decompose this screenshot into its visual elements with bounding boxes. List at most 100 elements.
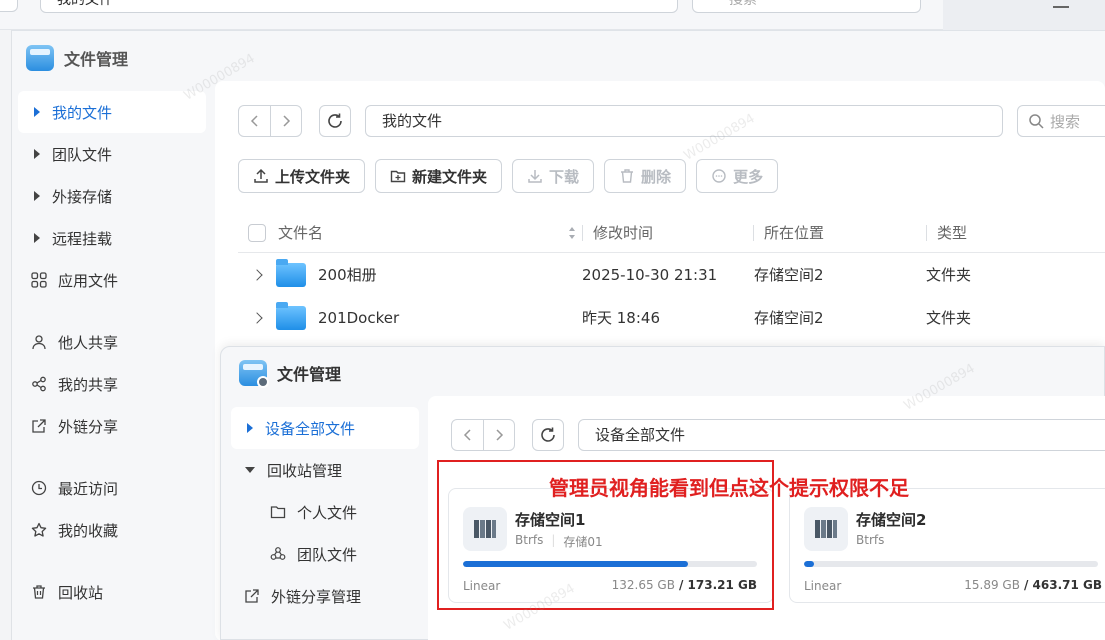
annotation-text: 管理员视角能看到但点这个提示权限不足 xyxy=(549,476,909,500)
back-button[interactable] xyxy=(452,420,483,450)
upload-icon xyxy=(254,168,268,183)
storage-mode: Linear xyxy=(804,579,842,593)
upload-folder-button[interactable]: 上传文件夹 xyxy=(238,159,366,193)
storage-card[interactable]: 存储空间2 Btrfs Linear 15.89 GB / 463.71 GB xyxy=(789,488,1105,603)
window-title: 文件管理 xyxy=(64,50,129,69)
column-type[interactable]: 类型 xyxy=(927,222,1097,243)
refresh-icon xyxy=(328,113,342,128)
storage-usage-bar xyxy=(804,561,1098,567)
more-icon xyxy=(712,169,726,183)
file-manager-app-icon xyxy=(26,45,54,71)
sidebar-item-favorites[interactable]: 我的收藏 xyxy=(18,509,206,551)
sidebar-item-link-share-management[interactable]: 外链分享管理 xyxy=(231,575,419,617)
column-modified[interactable]: 修改时间 xyxy=(583,222,753,243)
sidebar-item-shared-with-me[interactable]: 他人共享 xyxy=(18,321,206,363)
upload-folder-label: 上传文件夹 xyxy=(275,167,351,186)
sidebar-item-external-storage[interactable]: 外接存储 xyxy=(18,175,206,217)
file-table: 文件名 修改时间 所在位置 类型 200相册 2025-10-30 21:31 … xyxy=(238,213,1105,339)
sidebar-item-label: 我的文件 xyxy=(52,103,113,122)
minimize-icon[interactable] xyxy=(1053,6,1069,8)
refresh-button[interactable] xyxy=(319,105,351,137)
path-field[interactable]: 我的文件 xyxy=(365,105,1003,137)
file-type: 文件夹 xyxy=(926,309,972,327)
background-search-input[interactable]: 搜索 xyxy=(692,0,921,13)
window-title-bar: 文件管理 xyxy=(26,43,128,73)
sidebar-item-my-shares[interactable]: 我的共享 xyxy=(18,363,206,405)
sidebar-item-app-files[interactable]: 应用文件 xyxy=(18,259,206,301)
sidebar-item-label: 我的共享 xyxy=(58,375,119,394)
sidebar-item-all-device-files[interactable]: 设备全部文件 xyxy=(231,407,419,449)
triangle-down-icon xyxy=(245,467,255,473)
path-field[interactable]: 设备全部文件 xyxy=(578,419,1105,451)
admin-sidebar: 设备全部文件 回收站管理 个人文件 团队文件 外链分享管理 xyxy=(231,407,419,617)
sidebar: 我的文件 团队文件 外接存储 远程挂载 应用文件 他人共享 我的共享 外链分享 … xyxy=(18,91,206,613)
toolbar: 上传文件夹 新建文件夹 下载 删除 更多 xyxy=(238,159,779,193)
background-window-edge xyxy=(0,0,12,640)
select-all-checkbox[interactable] xyxy=(248,223,266,242)
trash-icon xyxy=(30,584,48,600)
sidebar-item-recycle-bin[interactable]: 回收站 xyxy=(18,571,206,613)
forward-button[interactable] xyxy=(483,420,514,450)
refresh-button[interactable] xyxy=(532,419,564,451)
triangle-right-icon xyxy=(34,191,40,201)
storage-usage-fill xyxy=(804,561,814,567)
storage-used: 15.89 GB xyxy=(964,578,1020,592)
sidebar-item-recycle-management[interactable]: 回收站管理 xyxy=(231,449,419,491)
background-path-field[interactable]: 我的文件 xyxy=(40,0,678,13)
sidebar-item-label: 我的收藏 xyxy=(58,521,119,540)
refresh-button[interactable] xyxy=(0,0,18,12)
sidebar-item-label: 外链分享管理 xyxy=(271,587,362,606)
triangle-right-icon xyxy=(34,107,40,117)
sidebar-item-team-files[interactable]: 团队文件 xyxy=(231,533,419,575)
triangle-right-icon xyxy=(34,233,40,243)
storage-fs: Btrfs xyxy=(856,533,885,547)
file-modified: 2025-10-30 21:31 xyxy=(582,265,718,284)
download-label: 下载 xyxy=(549,167,580,186)
sidebar-item-label: 回收站 xyxy=(58,583,104,602)
sidebar-item-label: 团队文件 xyxy=(52,145,113,164)
expand-chevron-icon[interactable] xyxy=(238,311,276,324)
search-placeholder: 搜索 xyxy=(729,0,757,8)
sidebar-item-team-files[interactable]: 团队文件 xyxy=(18,133,206,175)
team-icon xyxy=(269,546,287,562)
window-title: 文件管理 xyxy=(277,365,342,384)
sidebar-item-external-links[interactable]: 外链分享 xyxy=(18,405,206,447)
more-button[interactable]: 更多 xyxy=(696,159,779,193)
external-link-icon xyxy=(243,588,261,604)
search-input[interactable]: 搜索 xyxy=(1017,105,1105,137)
new-folder-label: 新建文件夹 xyxy=(412,167,488,186)
new-folder-icon xyxy=(390,170,406,183)
trash-icon xyxy=(621,169,634,183)
sidebar-item-label: 团队文件 xyxy=(297,545,358,564)
back-button[interactable] xyxy=(239,106,270,136)
file-location: 存储空间2 xyxy=(754,266,824,284)
sidebar-item-my-files[interactable]: 我的文件 xyxy=(18,91,206,133)
expand-chevron-icon[interactable] xyxy=(238,268,276,281)
download-button[interactable]: 下载 xyxy=(512,159,595,193)
file-location: 存储空间2 xyxy=(754,309,824,327)
delete-button[interactable]: 删除 xyxy=(604,159,687,193)
column-location[interactable]: 所在位置 xyxy=(754,222,926,243)
storage-capacity: 15.89 GB / 463.71 GB xyxy=(964,578,1102,592)
column-label: 文件名 xyxy=(278,224,324,242)
folder-icon xyxy=(276,258,306,287)
sidebar-item-label: 外链分享 xyxy=(58,417,119,436)
sidebar-item-recent[interactable]: 最近访问 xyxy=(18,467,206,509)
sidebar-item-personal-files[interactable]: 个人文件 xyxy=(231,491,419,533)
window-title-bar: 文件管理 xyxy=(239,359,342,388)
search-placeholder: 搜索 xyxy=(1050,112,1081,131)
column-name[interactable]: 文件名 xyxy=(278,222,582,243)
file-name: 201Docker xyxy=(318,308,400,327)
sidebar-item-label: 远程挂载 xyxy=(52,229,113,248)
forward-button[interactable] xyxy=(270,106,301,136)
folder-icon xyxy=(276,301,306,330)
more-label: 更多 xyxy=(733,167,764,186)
sidebar-item-label: 个人文件 xyxy=(297,503,358,522)
table-row[interactable]: 201Docker 昨天 18:46 存储空间2 文件夹 xyxy=(238,296,1105,339)
download-icon xyxy=(528,170,542,183)
table-row[interactable]: 200相册 2025-10-30 21:31 存储空间2 文件夹 xyxy=(238,253,1105,296)
share-icon xyxy=(30,376,48,392)
star-icon xyxy=(30,522,48,538)
sidebar-item-remote-mount[interactable]: 远程挂载 xyxy=(18,217,206,259)
new-folder-button[interactable]: 新建文件夹 xyxy=(375,159,503,193)
